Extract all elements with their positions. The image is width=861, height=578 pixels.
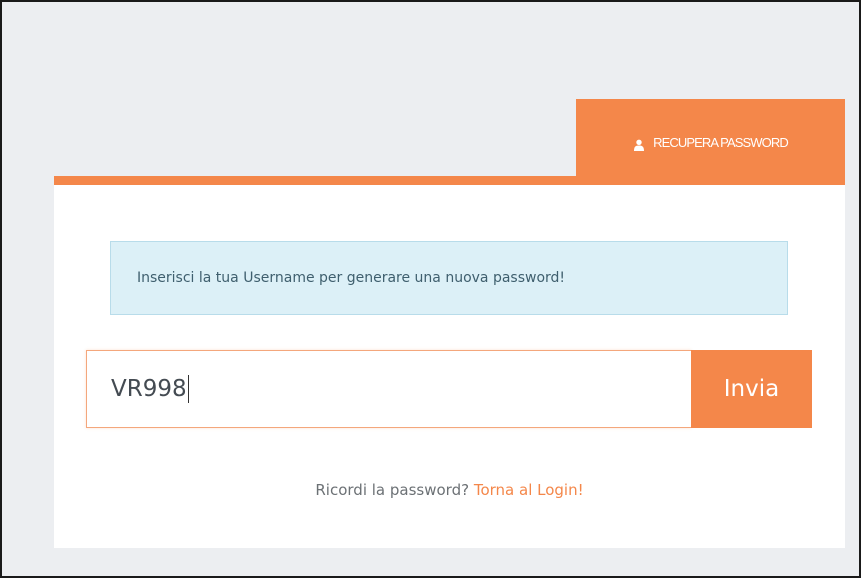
- user-icon: [633, 136, 645, 151]
- alert-text: Inserisci la tua Username per generare u…: [137, 270, 566, 286]
- tab-recupera-password[interactable]: RECUPERA PASSWORD: [576, 99, 845, 185]
- page-frame: RECUPERA PASSWORD Inserisci la tua Usern…: [0, 0, 861, 578]
- footer-question: Ricordi la password?: [315, 481, 470, 499]
- footer-line: Ricordi la password? Torna al Login!: [54, 481, 845, 499]
- username-form: VR998 Invia: [86, 350, 812, 428]
- recovery-card: Inserisci la tua Username per generare u…: [54, 185, 845, 548]
- back-to-login-link[interactable]: Torna al Login!: [474, 481, 584, 499]
- info-alert: Inserisci la tua Username per generare u…: [110, 241, 788, 315]
- username-input[interactable]: VR998: [86, 350, 691, 428]
- username-value: VR998: [111, 376, 187, 402]
- send-button[interactable]: Invia: [691, 350, 812, 428]
- tab-label: RECUPERA PASSWORD: [653, 134, 789, 150]
- text-caret: [187, 375, 189, 403]
